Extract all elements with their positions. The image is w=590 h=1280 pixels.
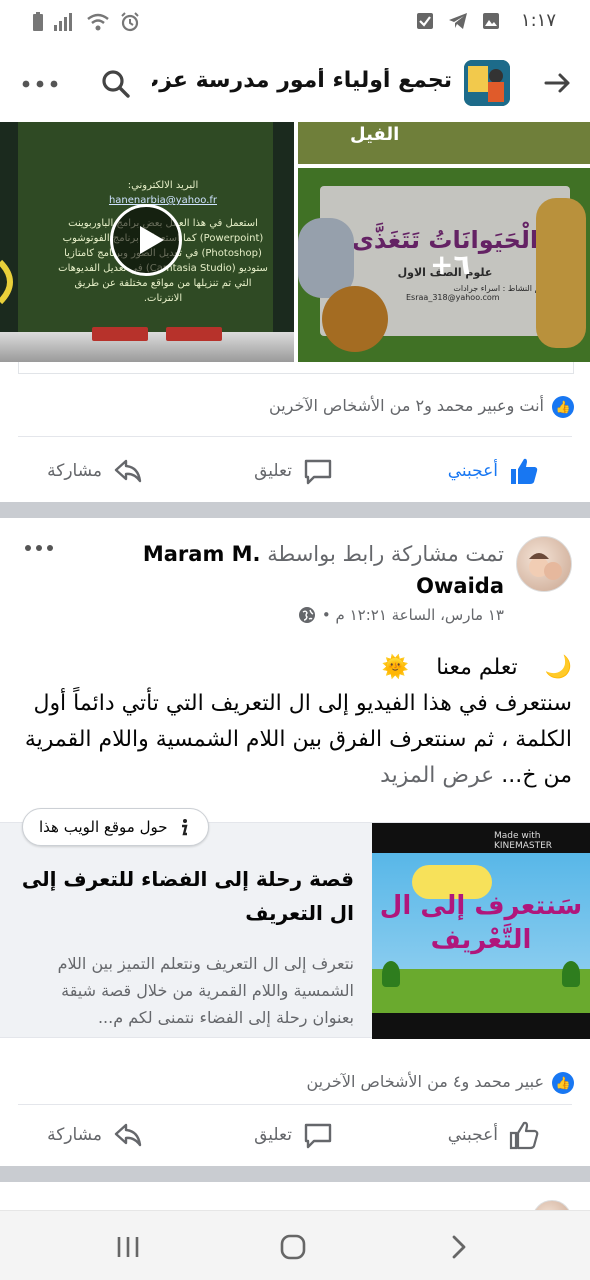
comment-button[interactable]: تعليق <box>254 440 334 502</box>
link-description: نتعرف إلى ال التعريف ونتعلم التميز بين ا… <box>57 954 354 1027</box>
back-icon[interactable] <box>440 1229 476 1265</box>
comment-label: تعليق <box>254 1125 292 1145</box>
post-separator <box>0 1166 590 1182</box>
about-website-label: حول موقع الويب هذا <box>39 818 168 836</box>
comment-label: تعليق <box>254 461 292 481</box>
more-icon[interactable] <box>20 72 60 96</box>
recent-apps-icon[interactable] <box>110 1229 146 1265</box>
sun-emoji-icon: 🌞 <box>381 655 410 680</box>
system-nav-bar <box>0 1210 590 1280</box>
comment-icon <box>304 459 332 485</box>
thumbnail-grass <box>372 969 590 1013</box>
share-icon <box>114 1123 142 1147</box>
divider <box>18 436 572 437</box>
info-icon <box>181 819 188 836</box>
home-icon[interactable] <box>275 1229 311 1265</box>
share-button[interactable]: مشاركة <box>47 1104 144 1166</box>
decoration-icon <box>0 259 13 305</box>
post2-timestamp[interactable]: ١٣ مارس، الساعة ١٢:٢١ م • <box>322 606 504 624</box>
comment-button[interactable]: تعليق <box>254 1104 334 1166</box>
post2-actions: أعجبني تعليق مشاركة <box>0 1104 590 1166</box>
group-title[interactable]: تجمع أولياء أمور مدرسة عزب... <box>152 68 452 93</box>
back-arrow-icon[interactable] <box>542 68 572 98</box>
post1-reactions[interactable]: 👍 أنت وعبير محمد و٢ من الأشخاص الآخرين <box>0 382 590 432</box>
share-label: مشاركة <box>47 461 102 481</box>
battery-icon <box>33 12 43 31</box>
thumbnail-title: سَنتعرف إلى ال التَّعْريف <box>379 891 583 955</box>
video-email: hanenarbia@yahoo.fr <box>108 195 218 206</box>
post2-reactions-text[interactable]: عبير محمد و٤ من الأشخاص الآخرين <box>306 1072 544 1091</box>
signal-icon <box>54 13 72 31</box>
image-icon <box>483 13 499 29</box>
like-button[interactable]: أعجبني <box>448 1104 540 1166</box>
share-button[interactable]: مشاركة <box>47 440 144 502</box>
like-label: أعجبني <box>447 461 498 481</box>
slide-button <box>166 327 222 341</box>
kinemaster-watermark: Made with KINEMASTER <box>494 831 553 851</box>
wifi-icon <box>87 13 109 31</box>
post1-media-grid: البريد الالكتروني: hanenarbia@yahoo.fr ا… <box>0 122 590 362</box>
globe-icon <box>298 607 315 623</box>
comment-icon <box>304 1123 332 1149</box>
share-label: مشاركة <box>47 1125 102 1145</box>
post1-actions: أعجبني تعليق مشاركة <box>0 440 590 502</box>
post-separator <box>0 502 590 518</box>
post1-reactions-text[interactable]: أنت وعبير محمد و٢ من الأشخاص الآخرين <box>269 396 544 415</box>
elephant-label: الفيل <box>350 124 400 145</box>
see-more-link[interactable]: عرض المزيد <box>380 763 494 788</box>
post2-meta: ١٣ مارس، الساعة ١٢:٢١ م • <box>298 606 504 624</box>
link-thumbnail: Made with KINEMASTER سَنتعرف إلى ال التَ… <box>372 823 590 1039</box>
checkbox-icon <box>417 13 433 29</box>
post2-reactions[interactable]: 👍 عبير محمد و٤ من الأشخاص الآخرين <box>0 1058 590 1108</box>
about-website-button[interactable]: حول موقع الويب هذا <box>22 808 209 846</box>
clock: ١:١٧ <box>520 10 556 31</box>
post2-text-line1: تعلم معنا <box>436 655 518 680</box>
tree-shape <box>562 961 580 987</box>
slide-button <box>92 327 148 341</box>
search-icon[interactable] <box>100 68 132 100</box>
group-avatar[interactable] <box>464 60 510 106</box>
more-photos-count[interactable]: +٦ <box>430 248 471 281</box>
group-header: تجمع أولياء أمور مدرسة عزب... <box>0 44 590 122</box>
moon-emoji-icon: 🌙 <box>544 655 572 680</box>
like-icon <box>511 458 538 484</box>
like-reaction-icon: 👍 <box>552 396 574 418</box>
like-button[interactable]: أعجبني <box>448 440 540 502</box>
like-label: أعجبني <box>447 1125 498 1145</box>
telegram-icon <box>449 13 467 29</box>
status-left-icons <box>32 12 140 32</box>
author-avatar[interactable] <box>516 536 572 592</box>
status-right-icons <box>416 12 500 30</box>
like-reaction-icon: 👍 <box>552 1072 574 1094</box>
like-icon <box>509 1121 539 1150</box>
post-options-icon[interactable] <box>24 542 54 554</box>
play-button[interactable] <box>110 204 182 276</box>
share-icon <box>114 459 142 483</box>
media-border <box>18 362 574 374</box>
tree-shape <box>382 961 400 987</box>
video-tile[interactable]: البريد الالكتروني: hanenarbia@yahoo.fr ا… <box>0 122 294 362</box>
post2-text: 🌙 تعلم معنا 🌞 سنتعرف في هذا الفيديو إلى … <box>16 650 572 794</box>
post2-action-text: تمت مشاركة رابط بواسطة <box>267 542 504 566</box>
photo-tile-animals[interactable]: الْحَيَوانَاتُ تَتَغَذَّى علوم الصف الاو… <box>298 168 590 362</box>
post2-author-line: تمت مشاركة رابط بواسطة Maram M. Owaida <box>84 538 504 602</box>
video-email-label: البريد الالكتروني: <box>127 180 199 191</box>
status-bar: ١:١٧ <box>0 0 590 44</box>
link-title[interactable]: قصة رحلة إلى الفضاء للتعرف إلى ال التعري… <box>18 862 354 930</box>
alarm-icon <box>121 12 139 32</box>
photo-tile-elephant[interactable]: الفيل <box>298 122 590 164</box>
